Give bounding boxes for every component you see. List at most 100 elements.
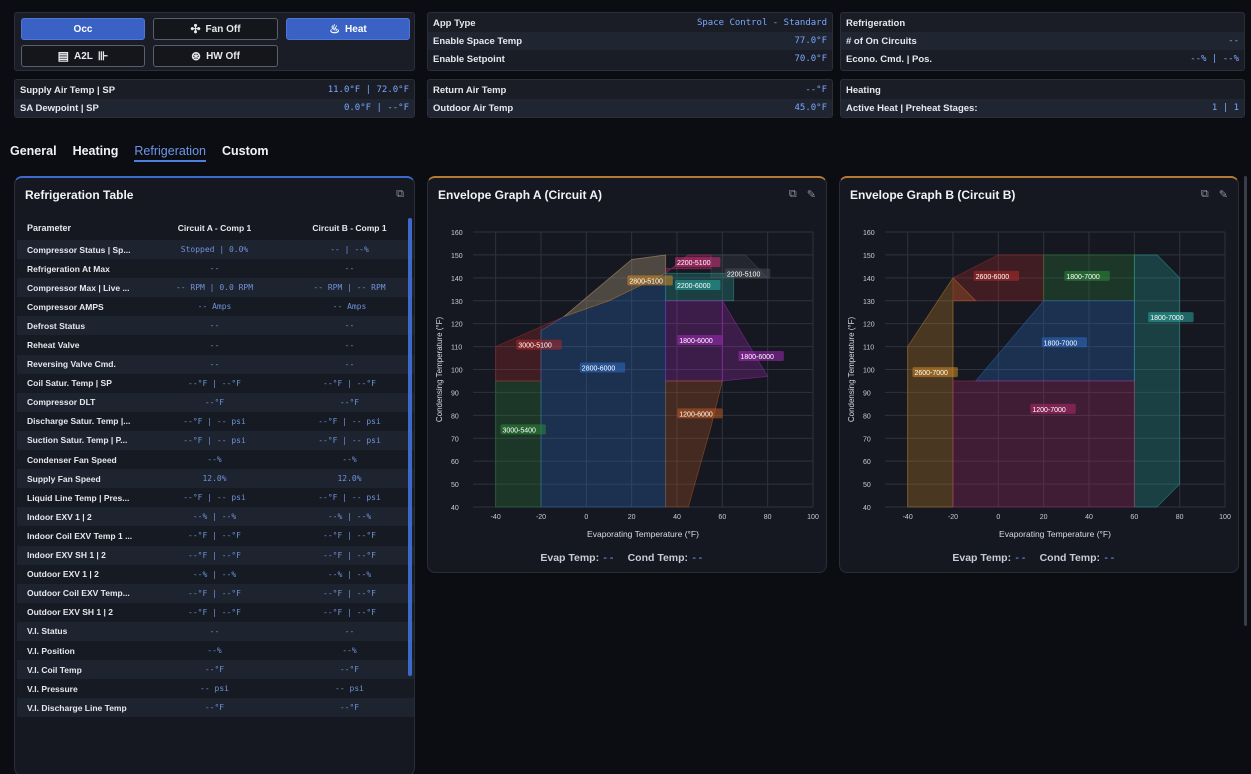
enable-setpoint-row: Enable Setpoint 70.0°F xyxy=(428,50,832,68)
edit-pencil-icon[interactable]: ✎ xyxy=(1219,188,1228,201)
flame-icon: ♨ xyxy=(329,22,341,36)
occ-button[interactable]: Occ xyxy=(21,18,145,40)
supply-air-panel: Supply Air Temp | SP 11.0°F | 72.0°F SA … xyxy=(14,79,415,118)
circuit-b-cell: --°F | --°F xyxy=(323,550,376,560)
open-external-icon[interactable]: ⧉ xyxy=(789,188,797,201)
region-label: 3000-5400 xyxy=(502,427,536,434)
graph-a-footer: Evap Temp: -- Cond Temp: -- xyxy=(428,552,826,564)
y-tick-label: 150 xyxy=(451,253,463,260)
parameter-cell: Discharge Satur. Temp |... xyxy=(27,416,131,427)
circuit-b-cell: --% xyxy=(342,646,357,656)
tab-custom[interactable]: Custom xyxy=(222,144,269,162)
hw-label: HW Off xyxy=(206,50,240,62)
fan-off-button[interactable]: ✣ Fan Off xyxy=(153,18,278,40)
cond-temp-value: -- xyxy=(1102,552,1116,564)
parameter-cell: Coil Satur. Temp | SP xyxy=(27,378,112,389)
enable-space-temp-row: Enable Space Temp 77.0°F xyxy=(428,32,832,50)
circuit-a-cell: 12.0% xyxy=(202,474,227,484)
cond-temp-label: Cond Temp: xyxy=(627,552,689,564)
circuit-b-cell: --°F xyxy=(339,703,360,713)
circuit-a-cell: --°F xyxy=(204,703,225,713)
parameter-cell: V.I. Coil Temp xyxy=(27,664,82,675)
envelope-graph-b-title: Envelope Graph B (Circuit B) xyxy=(850,188,1016,202)
x-tick-label: 80 xyxy=(764,514,772,521)
circuit-b-cell: --°F | --°F xyxy=(323,588,376,598)
refrigeration-table: Parameter Circuit A - Comp 1 Circuit B -… xyxy=(17,216,414,718)
parameter-cell: Compressor Max | Live ... xyxy=(27,282,130,293)
parameter-cell: V.I. Pressure xyxy=(27,683,78,694)
fan-icon: ✣ xyxy=(190,22,201,36)
circuit-b-cell: --°F | --°F xyxy=(323,607,376,617)
circuit-b-cell: -- RPM | -- RPM xyxy=(313,283,386,293)
y-axis-label: Condensing Temperature (°F) xyxy=(847,317,856,423)
heating-header: Heating xyxy=(846,84,881,96)
table-row: Indoor Coil EXV Temp 1 ... --°F | --°F --°… xyxy=(17,526,414,546)
cond-temp-label: Cond Temp: xyxy=(1039,552,1101,564)
x-tick-label: -20 xyxy=(948,514,958,521)
circuit-a-cell: --°F | -- psi xyxy=(183,435,246,445)
circuit-a-cell: --°F xyxy=(204,397,225,407)
y-tick-label: 150 xyxy=(863,253,875,260)
circuit-b-cell: --°F | --°F xyxy=(323,531,376,541)
hw-off-button[interactable]: ⊛ HW Off xyxy=(153,45,278,67)
envelope-graph-a-title: Envelope Graph A (Circuit A) xyxy=(438,188,603,202)
y-tick-label: 90 xyxy=(451,390,459,397)
parameter-cell: Supply Fan Speed xyxy=(27,473,101,484)
tab-refrigeration[interactable]: Refrigeration xyxy=(134,144,206,162)
occ-label: Occ xyxy=(73,23,93,35)
outdoor-air-value: 45.0°F xyxy=(794,103,827,113)
y-tick-label: 80 xyxy=(451,413,459,420)
heating-panel: Heating Active Heat | Preheat Stages: 1 … xyxy=(840,79,1245,118)
parameter-cell: V.I. Status xyxy=(27,626,68,637)
parameter-cell: Outdoor EXV 1 | 2 xyxy=(27,569,99,580)
app-type-label: App Type xyxy=(433,17,476,29)
circuit-b-cell: --°F | -- psi xyxy=(318,435,381,445)
circuit-a-cell: -- RPM | 0.0 RPM xyxy=(175,283,254,293)
supply-air-value: 11.0°F | 72.0°F xyxy=(327,85,409,95)
region-label: 3000-5100 xyxy=(518,343,552,350)
table-row: Liquid Line Temp | Pres... --°F | -- psi -… xyxy=(17,488,414,508)
circuit-a-cell: --°F | --°F xyxy=(188,607,241,617)
region-label: 2200-6000 xyxy=(677,283,711,290)
refrigeration-header-row: Refrigeration xyxy=(841,14,1244,32)
parameter-cell: Compressor Status | Sp... xyxy=(27,244,131,255)
circuit-a-cell: --% | --% xyxy=(192,569,237,579)
y-tick-label: 70 xyxy=(451,436,459,443)
enable-setpoint-label: Enable Setpoint xyxy=(433,53,505,65)
table-row: Supply Fan Speed 12.0% 12.0% xyxy=(17,469,414,489)
circuit-a-cell: -- xyxy=(209,359,220,369)
circuit-a-cell: -- xyxy=(209,626,220,636)
tab-general[interactable]: General xyxy=(10,144,57,162)
circuit-a-cell: --°F | --°F xyxy=(188,378,241,388)
envelope-chart-b: 40 50 60 70 80 90 100 110 120 130 140 150 160 -40 -20 0… xyxy=(847,230,1231,539)
parameter-cell: V.I. Position xyxy=(27,645,75,656)
y-tick-label: 50 xyxy=(863,482,871,489)
enable-setpoint-value: 70.0°F xyxy=(794,54,827,64)
tab-heating[interactable]: Heating xyxy=(73,144,119,162)
refrigeration-table-title: Refrigeration Table xyxy=(25,188,134,202)
y-tick-label: 40 xyxy=(451,505,459,512)
circuit-b-cell: --°F | --°F xyxy=(323,378,376,388)
envelope-region xyxy=(1133,254,1181,508)
app-type-panel: App Type Space Control - Standard Enable… xyxy=(427,12,833,71)
a2l-button[interactable]: ▤ A2L ⊪ xyxy=(21,45,145,67)
y-tick-label: 40 xyxy=(863,505,871,512)
circuit-b-cell: --% | --% xyxy=(327,512,372,522)
open-external-icon[interactable]: ⧉ xyxy=(396,188,404,201)
page-scrollbar[interactable] xyxy=(1244,176,1247,626)
circuit-b-cell: 12.0% xyxy=(337,474,362,484)
circuit-b-cell: --°F | -- psi xyxy=(318,416,381,426)
circuit-b-cell: --% xyxy=(342,455,357,465)
open-external-icon[interactable]: ⧉ xyxy=(1201,188,1209,201)
circuit-b-cell: -- psi xyxy=(335,684,364,694)
table-scrollbar[interactable] xyxy=(408,218,412,676)
edit-pencil-icon[interactable]: ✎ xyxy=(807,188,816,201)
enable-space-temp-label: Enable Space Temp xyxy=(433,35,523,47)
circuit-a-cell: --°F xyxy=(204,665,225,675)
table-row: V.I. Pressure -- psi -- psi xyxy=(17,679,414,699)
heat-button[interactable]: ♨ Heat xyxy=(286,18,410,40)
x-tick-label: -40 xyxy=(903,514,913,521)
circuit-a-cell: -- psi xyxy=(200,684,229,694)
parameter-cell: Indoor EXV 1 | 2 xyxy=(27,511,92,522)
circuit-b-cell: -- | --% xyxy=(330,245,369,255)
